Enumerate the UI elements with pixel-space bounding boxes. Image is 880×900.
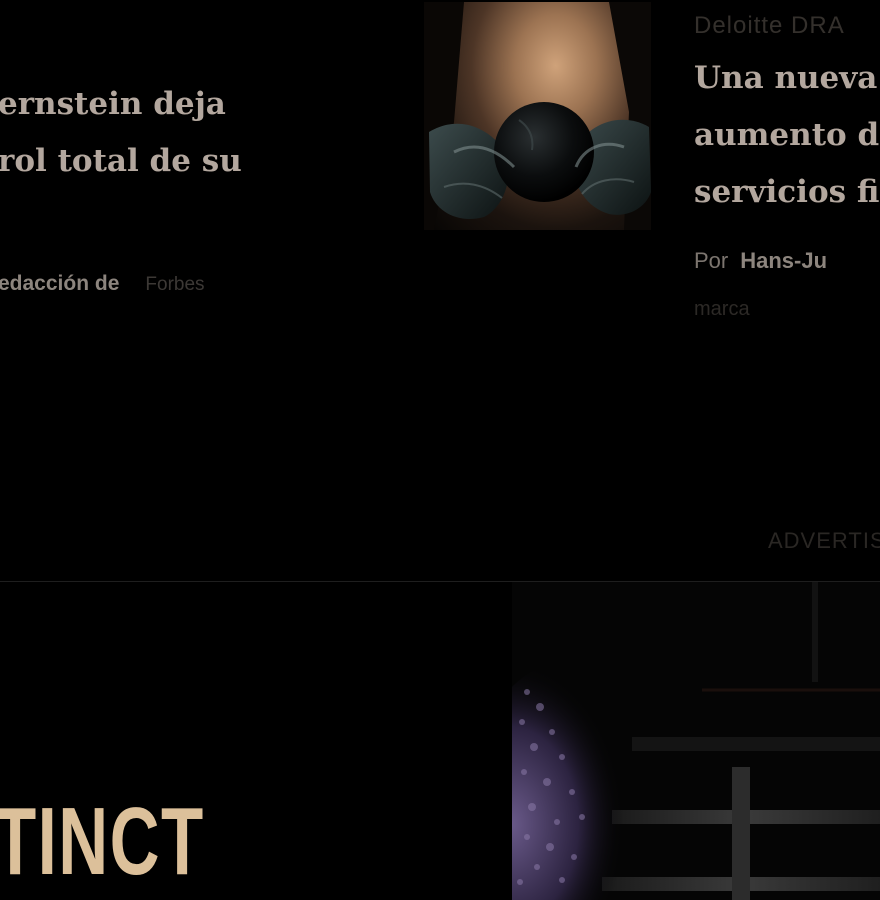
sponsor-kicker[interactable]: Deloitte DRA — [694, 12, 845, 40]
article-headline[interactable]: ernstein deja rol total de su — [0, 76, 298, 190]
ad-wordmark[interactable]: TINCT — [0, 792, 205, 892]
headline-line: servicios fi — [694, 174, 880, 210]
advertisement-label: ADVERTIS — [768, 528, 880, 553]
headline-line: rol total de su — [0, 143, 242, 179]
hands-holding-sphere-image — [424, 2, 651, 230]
article-byline: edacción de Forbes — [0, 272, 205, 296]
headline-line: Una nueva — [694, 60, 878, 96]
publisher-brand[interactable]: Forbes — [145, 274, 204, 295]
article-headline[interactable]: Una nueva aumento d servicios fi — [694, 50, 880, 221]
headline-line: ernstein deja — [0, 86, 226, 122]
article-byline: Por Hans-Ju — [694, 248, 827, 274]
author-link[interactable]: Hans-Ju — [740, 248, 827, 273]
headline-line: aumento d — [694, 117, 880, 153]
ad-visual[interactable] — [512, 582, 880, 900]
page: ernstein deja rol total de su edacción d… — [0, 0, 880, 900]
byline-prefix: Por — [694, 248, 729, 273]
byline-text: edacción de — [0, 272, 120, 295]
article-thumbnail[interactable] — [424, 2, 651, 230]
dark-night-scene-image — [512, 582, 880, 900]
brand-note: marca — [694, 298, 750, 320]
